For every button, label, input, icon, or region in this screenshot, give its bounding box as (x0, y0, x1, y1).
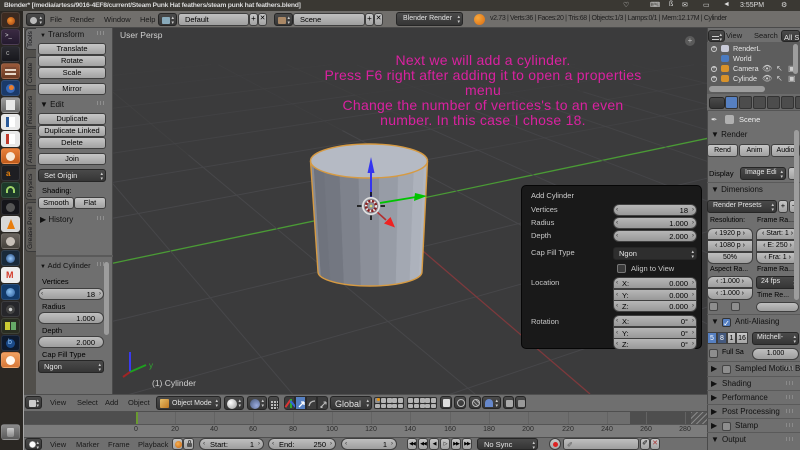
svg-text:y: y (149, 361, 153, 370)
